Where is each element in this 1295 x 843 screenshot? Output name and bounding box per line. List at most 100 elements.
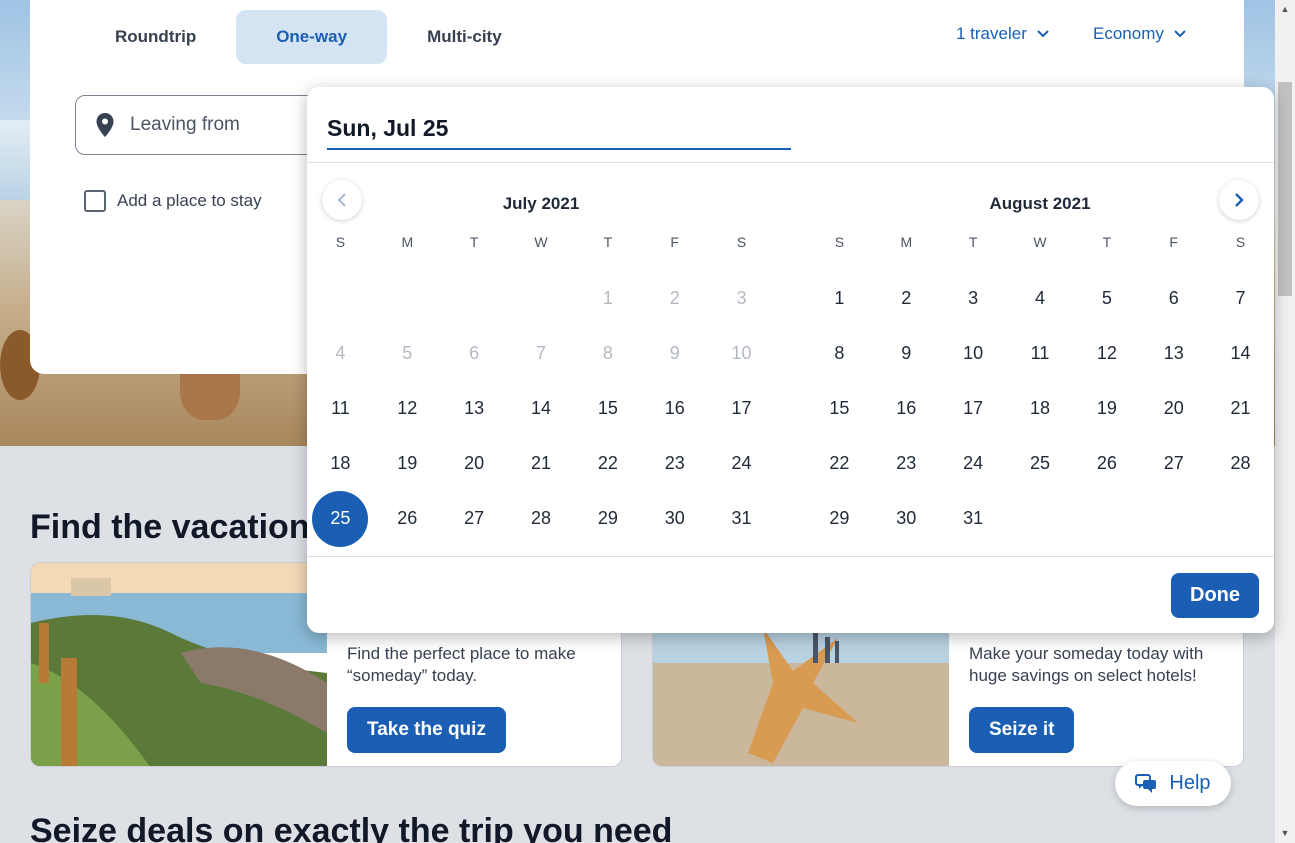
day-number: 27 — [1163, 453, 1184, 473]
calendar-day[interactable]: 26 — [1073, 436, 1140, 491]
day-number: 25 — [1029, 453, 1050, 473]
calendar-day[interactable]: 25 — [1007, 436, 1074, 491]
day-number: 21 — [1230, 398, 1251, 418]
calendar-day[interactable]: 2 — [873, 271, 940, 326]
tab-multi-city[interactable]: Multi-city — [387, 10, 542, 64]
calendar-day[interactable]: 17 — [708, 381, 775, 436]
calendar-day[interactable]: 17 — [940, 381, 1007, 436]
calendar-day[interactable]: 28 — [1207, 436, 1274, 491]
take-quiz-button[interactable]: Take the quiz — [347, 707, 506, 753]
calendar-day[interactable]: 30 — [641, 491, 708, 546]
calendar-day[interactable]: 26 — [374, 491, 441, 546]
weekday-label: T — [603, 234, 613, 250]
weekday-header: S M T W T F S — [307, 224, 775, 271]
add-stay-label: Add a place to stay — [117, 191, 262, 210]
calendar-day[interactable]: 24 — [940, 436, 1007, 491]
leaving-from-field[interactable]: Leaving from — [75, 95, 335, 155]
day-number: 10 — [731, 343, 752, 363]
calendar-day[interactable]: 29 — [574, 491, 641, 546]
calendar-day[interactable]: 6 — [1140, 271, 1207, 326]
calendar-day[interactable]: 12 — [374, 381, 441, 436]
calendar-day[interactable]: 21 — [1207, 381, 1274, 436]
tab-one-way[interactable]: One-way — [236, 10, 388, 64]
calendar-day[interactable]: 31 — [940, 491, 1007, 546]
help-label: Help — [1169, 772, 1211, 794]
calendar-day[interactable]: 15 — [806, 381, 873, 436]
day-number: 7 — [1235, 288, 1246, 308]
calendar-day[interactable]: 30 — [873, 491, 940, 546]
scroll-up-arrow[interactable]: ▲ — [1280, 4, 1290, 14]
calendar-day[interactable]: 29 — [806, 491, 873, 546]
tab-roundtrip[interactable]: Roundtrip — [82, 10, 236, 64]
calendar-day[interactable]: 8 — [806, 326, 873, 381]
calendar-day[interactable]: 19 — [374, 436, 441, 491]
calendar-day[interactable]: 22 — [806, 436, 873, 491]
seize-it-button[interactable]: Seize it — [969, 707, 1075, 753]
deals-heading: Seize deals on exactly the trip you need — [30, 812, 673, 843]
day-number: 30 — [896, 508, 917, 528]
day-number: 6 — [1168, 288, 1179, 308]
calendar-day[interactable]: 16 — [873, 381, 940, 436]
calendar-day[interactable]: 20 — [1140, 381, 1207, 436]
calendar-day[interactable]: 12 — [1073, 326, 1140, 381]
page-scrollbar[interactable]: ▲ ▼ — [1275, 0, 1295, 843]
chevron-down-icon — [1174, 30, 1186, 38]
calendar-day[interactable]: 28 — [508, 491, 575, 546]
calendar-day[interactable]: 7 — [1207, 271, 1274, 326]
calendar-day[interactable]: 5 — [1073, 271, 1140, 326]
calendar-day[interactable]: 22 — [574, 436, 641, 491]
calendar-day[interactable]: 11 — [1007, 326, 1074, 381]
day-number: 5 — [1101, 288, 1112, 308]
calendar-day[interactable]: 3 — [940, 271, 1007, 326]
calendar-day[interactable]: 14 — [508, 381, 575, 436]
selected-day[interactable]: 25 — [307, 490, 374, 547]
map-pin-icon — [96, 113, 114, 137]
calendar-day[interactable]: 9 — [873, 326, 940, 381]
empty-day-cell — [508, 271, 575, 326]
calendar-day[interactable]: 11 — [307, 381, 374, 436]
departure-date-input[interactable]: Sun, Jul 25 — [327, 115, 791, 150]
calendar-day[interactable]: 21 — [508, 436, 575, 491]
calendar-day[interactable]: 13 — [441, 381, 508, 436]
calendar-day[interactable]: 16 — [641, 381, 708, 436]
day-number: 1 — [602, 288, 613, 308]
calendar-day[interactable]: 27 — [441, 491, 508, 546]
day-number: 2 — [669, 288, 680, 308]
day-number: 17 — [963, 398, 984, 418]
scroll-down-arrow[interactable]: ▼ — [1280, 828, 1290, 838]
calendar-day[interactable]: 19 — [1073, 381, 1140, 436]
calendar-day[interactable]: 10 — [940, 326, 1007, 381]
calendar-day: 2 — [641, 271, 708, 326]
calendar-day[interactable]: 31 — [708, 491, 775, 546]
calendar-day[interactable]: 23 — [873, 436, 940, 491]
weekday-label: W — [534, 234, 548, 250]
calendar-day[interactable]: 1 — [806, 271, 873, 326]
day-number: 28 — [530, 508, 551, 528]
calendar-day[interactable]: 18 — [1007, 381, 1074, 436]
travelers-dropdown[interactable]: 1 traveler — [956, 24, 1049, 44]
date-picker-header: Sun, Jul 25 — [307, 87, 1274, 163]
calendar-day[interactable]: 20 — [441, 436, 508, 491]
day-number: 9 — [669, 343, 680, 363]
weekday-label: T — [1102, 234, 1112, 250]
calendar-day[interactable]: 4 — [1007, 271, 1074, 326]
weekday-label: S — [736, 234, 747, 250]
help-button[interactable]: Help — [1115, 761, 1231, 806]
calendar-day[interactable]: 24 — [708, 436, 775, 491]
calendar-day[interactable]: 15 — [574, 381, 641, 436]
day-number: 16 — [664, 398, 685, 418]
calendar-day[interactable]: 14 — [1207, 326, 1274, 381]
add-stay-checkbox[interactable] — [84, 190, 106, 212]
calendar-day[interactable]: 18 — [307, 436, 374, 491]
done-button[interactable]: Done — [1171, 573, 1259, 618]
calendar-day[interactable]: 27 — [1140, 436, 1207, 491]
day-number: 20 — [1163, 398, 1184, 418]
leaving-from-placeholder: Leaving from — [130, 114, 240, 135]
calendar-day[interactable]: 23 — [641, 436, 708, 491]
scroll-thumb[interactable] — [1278, 82, 1292, 296]
day-number: 13 — [464, 398, 485, 418]
calendar-day: 7 — [508, 326, 575, 381]
calendar-day[interactable]: 13 — [1140, 326, 1207, 381]
day-number: 1 — [834, 288, 845, 308]
cabin-class-dropdown[interactable]: Economy — [1093, 24, 1186, 44]
